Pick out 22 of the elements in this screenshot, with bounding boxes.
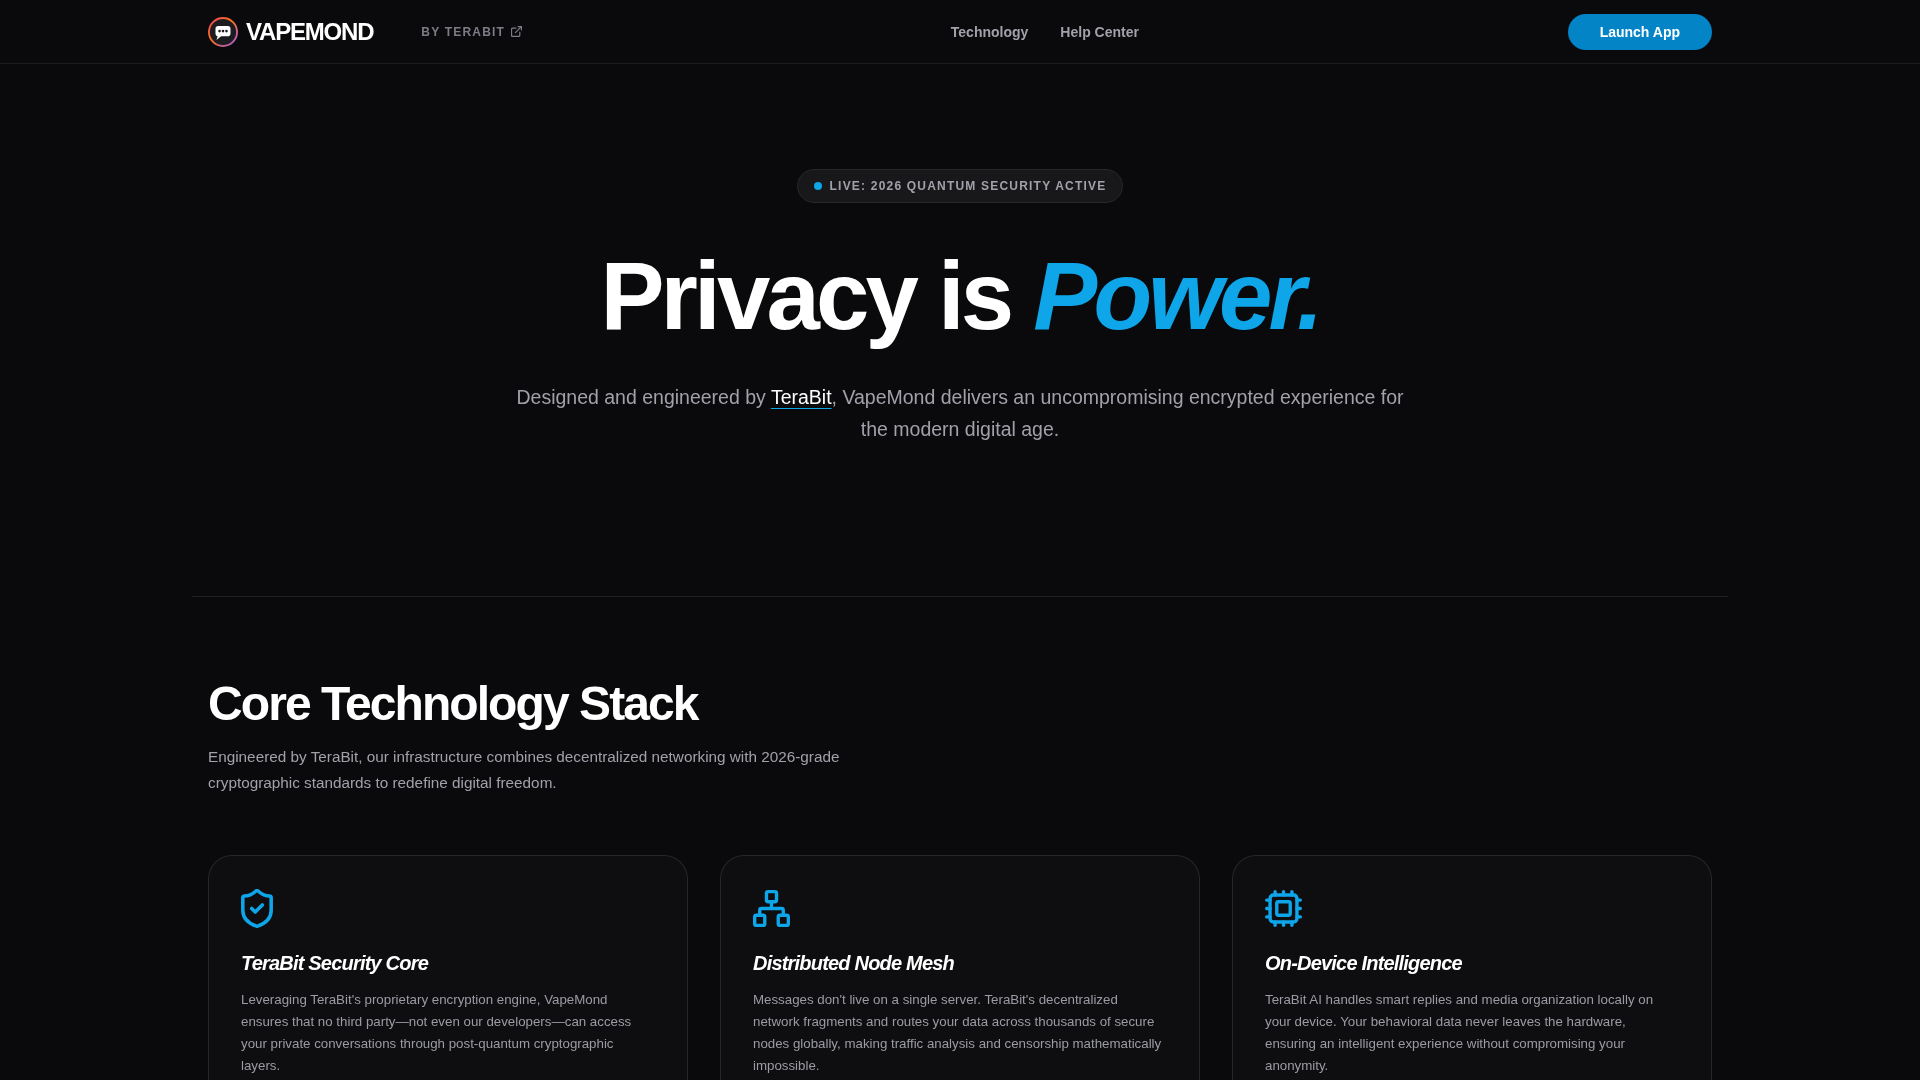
chat-logo-icon [208,16,238,47]
card-description: Leveraging TeraBit's proprietary encryption engine, VapeMond ensures that no third party—not even our developers—can access your private conversations through post-quantum cryptographic layers. [241,991,633,1076]
card-description: Messages don't live on a single server. TeraBit's decentralized network fragments and routes your data across thousands of secure nodes globally, making traffic analysis and censorship mathematically impossible. [753,991,1163,1076]
nav-link[interactable]: Help Center [1060,21,1139,42]
launch-app-button[interactable]: Launch App [1567,13,1712,50]
nav-link[interactable]: Technology [950,21,1029,42]
hero-subtitle: Designed and engineered by TeraBit, VapeMond delivers an uncompromising encrypted experience for the modern digital age. [515,385,1405,443]
hero-title: Privacy is Power. [599,241,1321,351]
section-description: Engineered by TeraBit, our infrastructure combines decentralized networking with 2026-grade cryptographic standards to redefine digital freedom. [208,747,841,794]
badge-label: LIVE: 2026 QUANTUM SECURITY ACTIVE [829,178,1107,194]
card-title: On-Device Intelligence [1265,951,1463,977]
cpu-chip-icon [1265,889,1302,927]
brand-name: VAPEMOND [246,16,374,47]
shield-check-icon [241,888,273,928]
terabit-link[interactable]: BY TERABIT [421,23,523,40]
card-description: TeraBit AI handles smart replies and media organization locally on your device. Your behavioral data never leaves the hardware, ensuring an intelligent experience without compromising your anonymity. [1265,991,1655,1076]
card-title: Distributed Node Mesh [753,951,955,977]
section-title: Core Technology Stack [208,680,700,729]
terabit-link[interactable]: TeraBit [770,386,832,409]
network-icon [753,889,790,927]
external-link-icon [511,26,523,37]
card-title: TeraBit Security Core [241,951,430,977]
